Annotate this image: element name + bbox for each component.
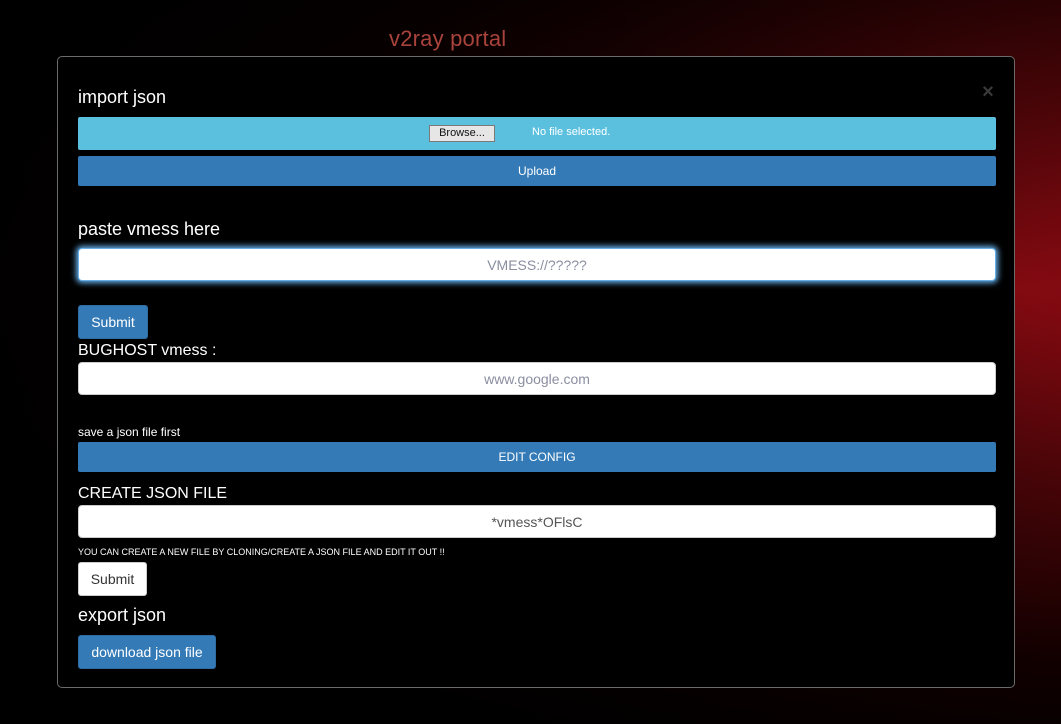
vmess-input[interactable] xyxy=(78,248,996,281)
upload-button[interactable]: Upload xyxy=(78,156,996,186)
save-json-note: save a json file first xyxy=(78,425,181,439)
export-json-heading: export json xyxy=(78,605,167,625)
edit-config-button[interactable]: EDIT CONFIG xyxy=(78,442,996,472)
close-icon[interactable]: × xyxy=(979,82,997,102)
portal-title: v2ray portal xyxy=(389,26,507,51)
import-json-heading: import json xyxy=(78,87,167,107)
browse-button[interactable]: Browse... xyxy=(429,125,495,142)
create-json-input[interactable] xyxy=(78,505,996,538)
file-status-text: No file selected. xyxy=(532,126,611,138)
bughost-input[interactable] xyxy=(78,362,996,395)
create-json-heading: CREATE JSON FILE xyxy=(78,485,228,502)
modal-dialog: import json × Browse... No file selected… xyxy=(57,56,1015,688)
file-input[interactable]: Browse... No file selected. xyxy=(78,117,996,150)
download-json-button[interactable]: download json file xyxy=(78,635,216,669)
bughost-label: BUGHOST vmess : xyxy=(78,342,217,359)
vmess-submit-button[interactable]: Submit xyxy=(78,305,148,339)
create-json-hint: YOU CAN CREATE A NEW FILE BY CLONING/CRE… xyxy=(78,547,445,557)
paste-vmess-heading: paste vmess here xyxy=(78,219,221,239)
create-submit-button[interactable]: Submit xyxy=(78,562,147,596)
